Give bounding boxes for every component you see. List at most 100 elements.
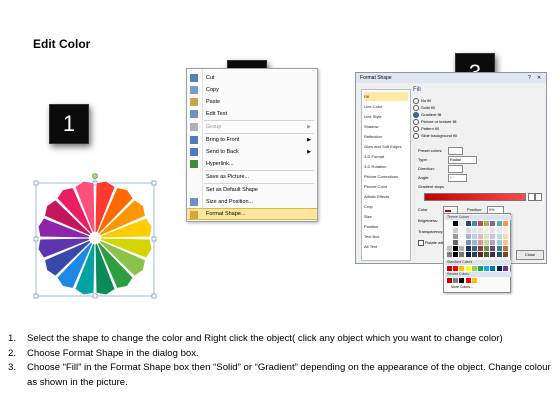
fill-option-pattern-fill[interactable]: Pattern fill [413,126,439,132]
theme-color-swatch[interactable] [471,246,477,251]
menu-item-hyperlink[interactable]: Hyperlink... [187,158,317,170]
theme-color-swatch[interactable] [502,240,508,245]
theme-color-swatch[interactable] [459,234,465,239]
resize-handle[interactable] [151,236,157,242]
theme-color-swatch[interactable] [459,252,465,257]
theme-color-swatch[interactable] [490,246,496,251]
category-crop[interactable]: Crop [364,202,408,211]
theme-color-swatch[interactable] [453,221,459,226]
theme-color-swatch[interactable] [453,240,459,245]
theme-color-swatch[interactable] [447,234,452,239]
rotate-handle[interactable] [92,173,98,179]
standard-color-swatch[interactable] [484,266,490,271]
theme-color-swatch[interactable] [459,221,465,226]
theme-color-swatch[interactable] [447,221,452,226]
theme-color-swatch[interactable] [496,252,502,257]
theme-color-swatch[interactable] [502,221,508,226]
theme-color-swatch[interactable] [484,246,490,251]
recent-color-swatch[interactable] [459,278,465,283]
theme-color-swatch[interactable] [478,234,483,239]
menu-item-copy[interactable]: Copy [187,84,317,96]
menu-item-edit-text[interactable]: Edit Text [187,108,317,120]
theme-color-swatch[interactable] [459,240,465,245]
theme-color-swatch[interactable] [484,252,490,257]
theme-color-swatch[interactable] [453,234,459,239]
menu-item-cut[interactable]: Cut [187,72,317,84]
type-dropdown[interactable]: Radial [448,156,477,164]
theme-color-swatch[interactable] [465,228,471,233]
theme-color-swatch[interactable] [465,221,471,226]
standard-color-swatch[interactable] [478,266,483,271]
theme-color-swatch[interactable] [465,240,471,245]
resize-handle[interactable] [151,293,157,299]
theme-color-swatch[interactable] [447,252,452,257]
theme-color-swatch[interactable] [496,234,502,239]
theme-color-swatch[interactable] [502,252,508,257]
menu-item-paste[interactable]: Paste [187,96,317,108]
theme-color-swatch[interactable] [478,252,483,257]
theme-color-swatch[interactable] [478,221,483,226]
theme-color-swatch[interactable] [502,246,508,251]
theme-color-swatch[interactable] [496,221,502,226]
gradient-stops-bar[interactable] [424,193,526,201]
resize-handle[interactable] [151,180,157,186]
category-line-style[interactable]: Line Style [364,112,408,121]
theme-color-swatch[interactable] [471,240,477,245]
standard-color-swatch[interactable] [471,266,477,271]
standard-color-swatch[interactable] [490,266,496,271]
theme-color-swatch[interactable] [465,234,471,239]
recent-color-swatch[interactable] [465,278,471,283]
theme-color-swatch[interactable] [496,228,502,233]
theme-color-swatch[interactable] [447,228,452,233]
category-artistic-effects[interactable]: Artistic Effects [364,192,408,201]
category-line-color[interactable]: Line Color [364,102,408,111]
theme-color-swatch[interactable] [453,246,459,251]
add-stop-icon[interactable] [528,193,535,201]
standard-color-swatch[interactable] [502,266,508,271]
theme-color-swatch[interactable] [459,228,465,233]
fill-option-no-fill[interactable]: No fill [413,98,431,104]
close-icon[interactable]: ✕ [537,73,541,83]
category-3-d-format[interactable]: 3-D Format [364,152,408,161]
fill-option-solid-fill[interactable]: Solid fill [413,105,435,111]
recent-color-swatch[interactable] [471,278,477,283]
standard-color-swatch[interactable] [496,266,502,271]
category-picture-corrections[interactable]: Picture Corrections [364,172,408,181]
category-3-d-rotation[interactable]: 3-D Rotation [364,162,408,171]
category-picture-color[interactable]: Picture Color [364,182,408,191]
theme-color-swatch[interactable] [471,234,477,239]
resize-handle[interactable] [33,236,39,242]
theme-color-swatch[interactable] [459,246,465,251]
fill-option-picture-or-texture-fill[interactable]: Picture or texture fill [413,119,456,125]
theme-color-swatch[interactable] [465,246,471,251]
menu-item-bring-to-front[interactable]: Bring to Front ▶ [187,134,317,146]
menu-item-save-as-picture[interactable]: Save as Picture... [187,171,317,183]
theme-color-swatch[interactable] [484,221,490,226]
standard-color-swatch[interactable] [465,266,471,271]
angle-field[interactable]: 0° [448,174,467,182]
theme-color-swatch[interactable] [478,228,483,233]
theme-color-swatch[interactable] [447,246,452,251]
theme-color-swatch[interactable] [453,252,459,257]
theme-color-swatch[interactable] [490,228,496,233]
color-wheel-shape[interactable] [30,172,160,302]
theme-color-swatch[interactable] [496,246,502,251]
category-glow-and-soft-edges[interactable]: Glow and Soft Edges [364,142,408,151]
theme-color-swatch[interactable] [490,240,496,245]
category-alt-text[interactable]: Alt Text [364,242,408,251]
standard-color-swatch[interactable] [447,266,452,271]
category-position[interactable]: Position [364,222,408,231]
theme-color-swatch[interactable] [471,221,477,226]
theme-color-swatch[interactable] [496,240,502,245]
standard-color-swatch[interactable] [453,266,459,271]
theme-color-swatch[interactable] [502,234,508,239]
menu-item-send-to-back[interactable]: Send to Back ▶ [187,146,317,158]
fill-option-slide-background-fill[interactable]: Slide background fill [413,133,457,139]
category-size[interactable]: Size [364,212,408,221]
theme-color-swatch[interactable] [484,234,490,239]
fill-option-gradient-fill[interactable]: Gradient fill [413,112,441,118]
theme-color-swatch[interactable] [484,240,490,245]
resize-handle[interactable] [92,293,98,299]
menu-item-format-shape[interactable]: Format Shape... [187,208,317,220]
remove-stop-icon[interactable] [535,193,542,201]
